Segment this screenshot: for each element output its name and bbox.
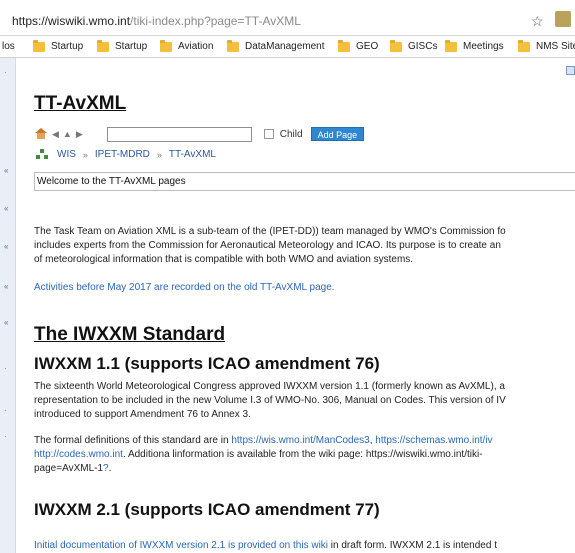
iwxxm-2-1-paragraph: Initial documentation of IWXXM version 2… (34, 540, 497, 551)
schemas-link[interactable]: https://schemas.wmo.int/iv (375, 435, 492, 446)
bookmark-folder-startup-2[interactable]: Startup (97, 39, 147, 52)
bookmark-folder-aviation[interactable]: Aviation (160, 39, 213, 52)
child-checkbox[interactable] (263, 129, 274, 139)
folder-icon (33, 39, 45, 52)
folder-icon (518, 39, 530, 52)
extension-icon[interactable] (555, 11, 571, 27)
sidebar-marker[interactable]: · (4, 69, 10, 77)
add-page-button[interactable]: Add Page (310, 127, 365, 141)
sidebar-marker[interactable]: « (4, 283, 10, 291)
page-content: · « « « « « · · · TT-AvXML ◀ ▲ ▶ Child A… (0, 58, 575, 553)
wiki-toolbar: ◀ ▲ ▶ Child Add Page (34, 126, 365, 142)
iwxxm-2-1-docs-link[interactable]: Initial documentation of IWXXM version 2… (34, 540, 328, 551)
url-text[interactable]: https://wiswiki.wmo.int/tiki-index.php?p… (12, 14, 301, 28)
sidebar-marker[interactable]: « (4, 319, 10, 327)
page-search-input[interactable] (106, 126, 252, 142)
intro-paragraph: The Task Team on Aviation XML is a sub-t… (34, 226, 506, 265)
up-arrow-icon[interactable]: ▲ (63, 129, 72, 139)
bookmark-star-icon[interactable]: ☆ (531, 13, 544, 30)
forward-arrow-icon[interactable]: ▶ (76, 129, 83, 140)
folder-icon (445, 39, 457, 52)
page-options-icon[interactable] (566, 66, 575, 75)
sidebar-marker[interactable]: « (4, 243, 10, 251)
child-label: Child (279, 128, 303, 140)
breadcrumb-separator: » (156, 149, 162, 160)
iwxxm-1-1-paragraph: The sixteenth World Meteorological Congr… (34, 381, 506, 420)
section-heading-iwxxm-standard: The IWXXM Standard (34, 324, 226, 345)
bookmark-folder-startup[interactable]: Startup (33, 39, 83, 52)
activities-link[interactable]: Activities before May 2017 are recorded … (34, 281, 335, 295)
bookmark-item[interactable]: los (2, 41, 15, 52)
bookmark-folder-giscs[interactable]: GISCs (390, 39, 437, 52)
breadcrumb: WIS » IPET-MDRD » TT-AvXML (36, 149, 216, 160)
structure-tree-icon (36, 149, 49, 160)
bookmark-folder-meetings[interactable]: Meetings (445, 39, 504, 52)
mancodes-link[interactable]: https://wis.wmo.int/ManCodes3 (231, 435, 369, 446)
home-icon[interactable] (34, 128, 48, 140)
bookmark-folder-nms-sites[interactable]: NMS Sites (518, 39, 575, 52)
sidebar-marker[interactable]: « (4, 205, 10, 213)
sidebar-marker[interactable]: · (4, 433, 10, 441)
sidebar-marker[interactable]: « (4, 167, 10, 175)
page-title: TT-AvXML (34, 93, 127, 114)
folder-icon (227, 39, 239, 52)
folder-icon (97, 39, 109, 52)
codes-link[interactable]: http://codes.wmo.int (34, 449, 123, 460)
breadcrumb-separator: » (82, 149, 88, 160)
bookmark-folder-datamanagement[interactable]: DataManagement (227, 39, 325, 52)
folder-icon (338, 39, 350, 52)
definitions-paragraph: The formal definitions of this standard … (34, 435, 493, 474)
back-arrow-icon[interactable]: ◀ (52, 129, 59, 140)
bookmarks-bar: los Startup Startup Aviation DataManagem… (0, 36, 575, 58)
breadcrumb-link-tt-avxml[interactable]: TT-AvXML (169, 149, 216, 160)
url-host: https://wiswiki.wmo.int (12, 14, 131, 28)
left-sidebar-strip: · « « « « « · · · (0, 58, 16, 553)
bookmark-folder-geo[interactable]: GEO (338, 39, 378, 52)
folder-icon (390, 39, 402, 52)
sidebar-marker[interactable]: · (4, 365, 10, 373)
folder-icon (160, 39, 172, 52)
section-heading-iwxxm-2-1: IWXXM 2.1 (supports ICAO amendment 77) (34, 500, 380, 519)
section-heading-iwxxm-1-1: IWXXM 1.1 (supports ICAO amendment 76) (34, 354, 380, 373)
url-path: /tiki-index.php?page=TT-AvXML (130, 14, 301, 28)
breadcrumb-link-wis[interactable]: WIS (57, 149, 76, 160)
welcome-banner: Welcome to the TT-AvXML pages (34, 172, 575, 191)
breadcrumb-link-ipet-mdrd[interactable]: IPET-MDRD (95, 149, 150, 160)
sidebar-marker[interactable]: · (4, 407, 10, 415)
address-bar[interactable]: https://wiswiki.wmo.int/tiki-index.php?p… (0, 0, 575, 36)
